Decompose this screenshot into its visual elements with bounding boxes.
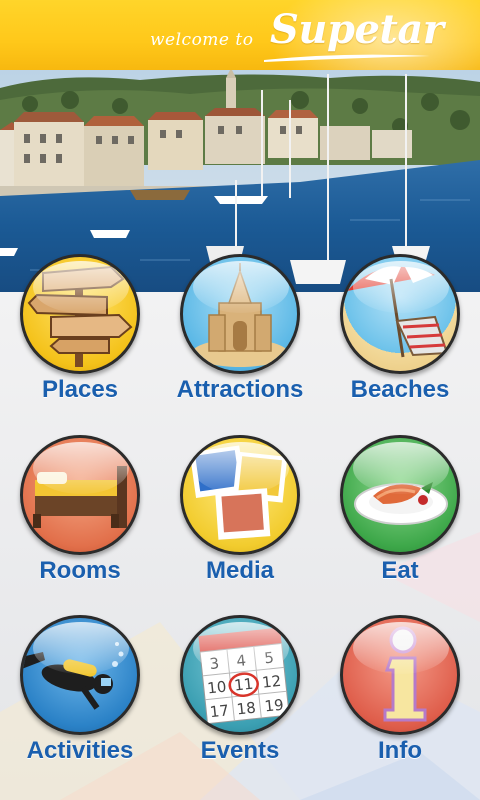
calendar-day: 10 <box>206 678 227 698</box>
calendar-day-highlighted: 11 <box>233 675 254 695</box>
photos-icon <box>180 435 300 555</box>
menu-item-events[interactable]: 3 4 5 10 11 12 17 18 19 Events <box>160 615 320 775</box>
menu-label: Info <box>378 737 422 764</box>
menu-item-beaches[interactable]: Beaches <box>320 254 480 414</box>
sand-castle-icon <box>180 254 300 374</box>
calendar-day: 17 <box>209 701 230 721</box>
menu-item-places[interactable]: Places <box>0 254 160 414</box>
menu-label: Beaches <box>350 376 450 403</box>
calendar-day: 3 <box>209 654 220 673</box>
brand-title: Supetar <box>270 6 444 53</box>
menu-label: Eat <box>381 557 419 584</box>
bed-icon <box>20 435 140 555</box>
diver-icon <box>20 615 140 735</box>
menu-label: Rooms <box>39 557 121 584</box>
menu-item-rooms[interactable]: Rooms <box>0 435 160 595</box>
calendar-day: 18 <box>236 699 257 719</box>
beach-umbrella-icon <box>340 254 460 374</box>
menu-label: Attractions <box>176 376 304 403</box>
calendar-day: 12 <box>261 672 282 692</box>
menu-label: Places <box>41 376 119 403</box>
signpost-icon <box>20 254 140 374</box>
calendar-day: 5 <box>263 648 274 667</box>
info-icon <box>340 615 460 735</box>
brand-swoosh <box>264 54 430 62</box>
menu-item-eat[interactable]: Eat <box>320 435 480 595</box>
welcome-text: welcome to <box>150 30 254 50</box>
menu-item-media[interactable]: Media <box>160 435 320 595</box>
menu-label: Media <box>205 557 274 584</box>
menu-item-attractions[interactable]: Attractions <box>160 254 320 414</box>
menu-item-info[interactable]: Info <box>320 615 480 775</box>
calendar-day: 4 <box>236 651 247 670</box>
menu-label: Activities <box>26 737 134 764</box>
menu-item-activities[interactable]: Activities <box>0 615 160 775</box>
menu-label: Events <box>200 737 280 764</box>
app-header: welcome to Supetar <box>0 0 480 70</box>
calendar-icon: 3 4 5 10 11 12 17 18 19 <box>180 615 300 735</box>
food-plate-icon <box>340 435 460 555</box>
calendar-day: 19 <box>264 696 285 716</box>
